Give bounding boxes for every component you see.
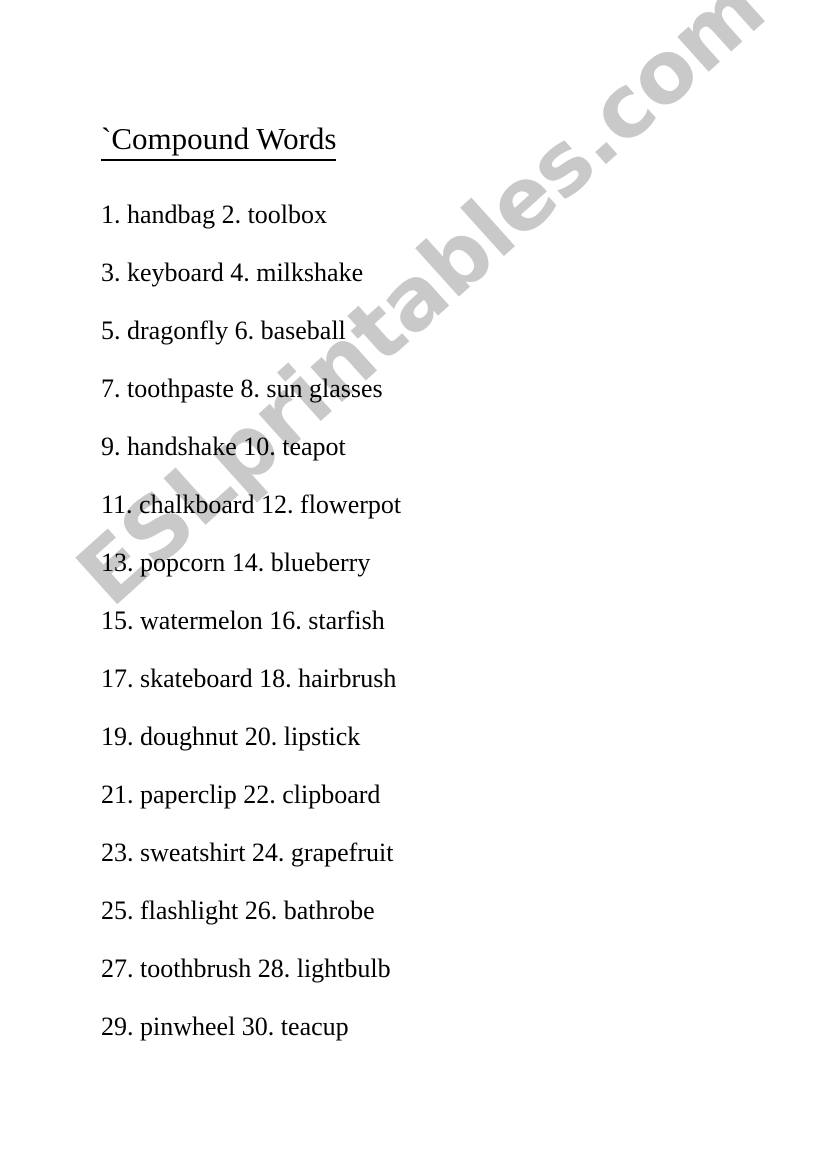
word-line: 25. flashlight 26. bathrobe xyxy=(101,896,375,925)
word-line: 5. dragonfly 6. baseball xyxy=(101,316,346,345)
word-line: 1. handbag 2. toolbox xyxy=(101,200,328,229)
worksheet-page: ESLprintables.com `Compound Words 1. han… xyxy=(0,0,826,1169)
word-line: 19. doughnut 20. lipstick xyxy=(101,722,361,751)
word-line: 11. chalkboard 12. flowerpot xyxy=(101,490,402,519)
word-line: 7. toothpaste 8. sun glasses xyxy=(101,374,383,403)
word-line: 9. handshake 10. teapot xyxy=(101,432,346,461)
word-line: 17. skateboard 18. hairbrush xyxy=(101,664,397,693)
word-line: 3. keyboard 4. milkshake xyxy=(101,258,364,287)
word-line: 29. pinwheel 30. teacup xyxy=(101,1012,349,1041)
document-content: `Compound Words 1. handbag 2. toolbox 3. … xyxy=(0,0,826,1169)
word-line: 21. paperclip 22. clipboard xyxy=(101,780,381,809)
compound-words-list: 1. handbag 2. toolbox 3. keyboard 4. milk… xyxy=(101,186,741,1056)
word-line: 15. watermelon 16. starfish xyxy=(101,606,385,635)
word-line: 13. popcorn 14. blueberry xyxy=(101,548,371,577)
word-line: 27. toothbrush 28. lightbulb xyxy=(101,954,391,983)
word-line: 23. sweatshirt 24. grapefruit xyxy=(101,838,394,867)
page-title: `Compound Words xyxy=(101,120,337,161)
